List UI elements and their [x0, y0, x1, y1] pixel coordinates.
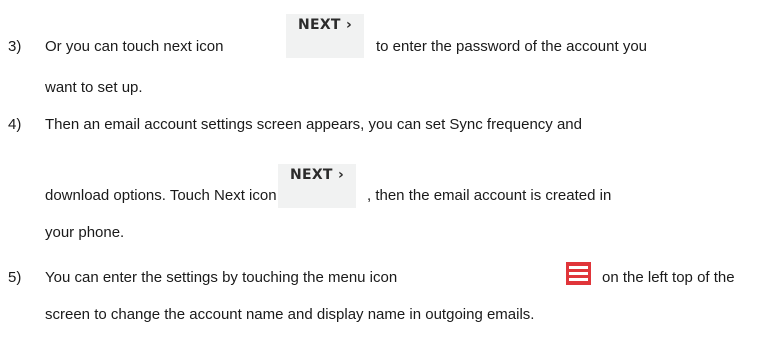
step-number: 5)	[8, 269, 22, 286]
step-3-text-line1a: Or you can touch next icon	[45, 38, 224, 55]
step-3-text-line1b: to enter the password of the account you	[376, 38, 648, 55]
menu-icon	[566, 262, 591, 285]
step-5-text-line2: screen to change the account name and di…	[45, 306, 535, 323]
step-4-text-line3: your phone.	[45, 224, 125, 241]
step-4-text-line2a: download options. Touch Next icon	[45, 187, 277, 204]
manual-page: 3) Or you can touch next icon NEXT › to …	[0, 0, 761, 347]
step-number: 4)	[8, 116, 22, 133]
step-5-text-line1b: on the left top of the	[602, 269, 735, 286]
step-4-text-line2b: , then the email account is created in	[367, 187, 612, 204]
next-button-image: NEXT ›	[278, 164, 356, 208]
step-5-text-line1a: You can enter the settings by touching t…	[45, 269, 398, 286]
next-label: NEXT ›	[289, 167, 345, 183]
step-3-text-line2: want to set up.	[45, 79, 143, 96]
next-button-image: NEXT ›	[286, 14, 364, 58]
step-number: 3)	[8, 38, 22, 55]
next-label: NEXT ›	[297, 17, 353, 33]
step-4-text-line1: Then an email account settings screen ap…	[45, 116, 582, 133]
